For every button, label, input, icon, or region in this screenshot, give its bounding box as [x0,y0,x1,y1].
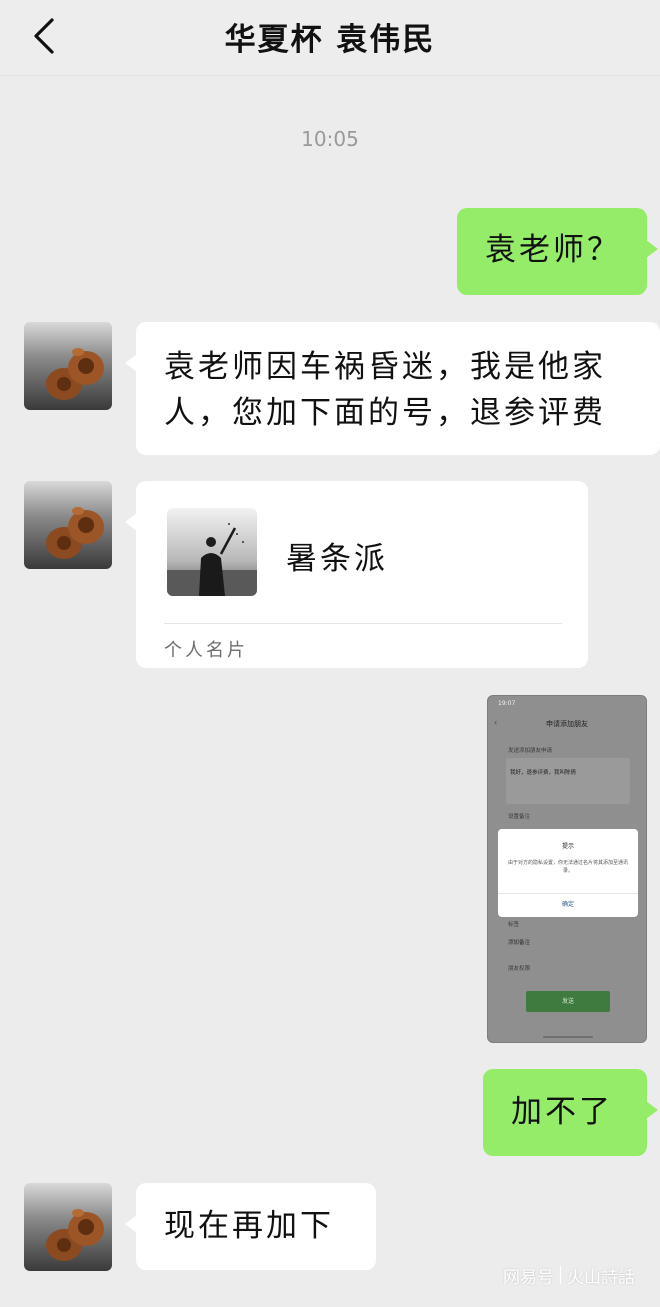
contact-card[interactable]: 暑条派 个人名片 [125,481,588,668]
chat-title: 华夏杯 袁伟民 [224,22,436,58]
card-avatar [167,508,257,596]
image-greeting: 我好，退参评费，我叫陈倩 [510,770,577,776]
received-message-bubble[interactable]: 现在再加下 [125,1183,376,1270]
image-send-button: 发送 [526,991,610,1012]
message-text-line: 袁老师因车祸昏迷，我是他家 [164,349,606,385]
card-type-label: 个人名片 [164,640,248,661]
received-message-bubble[interactable]: 袁老师因车祸昏迷，我是他家 人，您加下面的号，退参评费 [125,322,660,455]
card-contact-name: 暑条派 [286,541,388,577]
image-home-indicator [543,1036,593,1038]
image-dialog-message: 由于对方的隐私设置，你无法通过名片将其添加至通讯录。 [508,860,629,874]
image-status-time: 19:07 [498,700,516,707]
card-divider [164,623,562,624]
sent-message-bubble[interactable]: 加不了 [483,1069,658,1156]
watermark-left: 网易号 [503,1267,554,1288]
chat-header: 华夏杯 袁伟民 [0,0,660,76]
image-dialog-ok: 确定 [561,901,574,908]
message-text-line: 人，您加下面的号，退参评费 [164,395,606,431]
watermark-right: 火山詩話 [567,1267,635,1288]
contact-avatar[interactable] [24,1183,112,1271]
sent-message-bubble[interactable]: 袁老师？ [457,208,658,295]
message-text: 加不了 [511,1094,613,1130]
sent-image-screenshot[interactable]: 19:07 ‹ 申请添加朋友 发送添加朋友申请 我好，退参评费，我叫陈倩 设置备… [487,695,647,1043]
watermark-divider [560,1266,561,1284]
image-tag-label: 标签 [508,922,520,928]
contact-avatar[interactable] [24,322,112,410]
image-remark-label: 设置备注 [508,814,531,820]
image-section-label: 发送添加朋友申请 [508,748,553,754]
message-timestamp: 10:05 [301,127,359,151]
image-title: 申请添加朋友 [546,720,588,728]
image-perm-label: 朋友权限 [508,966,531,972]
message-text: 袁老师？ [485,232,621,268]
watermark: 网易号 火山詩話 [503,1258,655,1292]
image-dialog-title: 提示 [561,843,574,850]
message-text: 现在再加下 [164,1208,334,1244]
image-tag-value: 添加备注 [508,940,531,946]
image-greeting-box [506,758,630,804]
image-dialog: 提示 由于对方的隐私设置，你无法通过名片将其添加至通讯录。 确定 [498,829,638,917]
image-dialog-divider [498,893,638,894]
contact-avatar[interactable] [24,481,112,569]
